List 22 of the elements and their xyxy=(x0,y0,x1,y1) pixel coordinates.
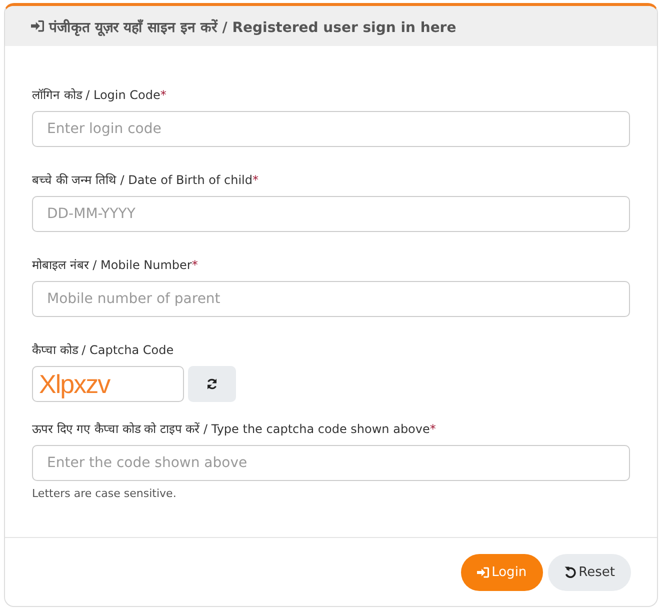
field-label: बच्चे की जन्म तिथि / Date of Birth of child xyxy=(32,173,252,187)
input-field[interactable]: Mobile number of parent xyxy=(32,281,630,317)
required-mark: * xyxy=(160,88,166,102)
field-label: लॉगिन कोड / Login Code xyxy=(32,88,160,102)
field-label: कैप्चा कोड / Captcha Code xyxy=(32,343,174,357)
captcha-image: Xlpxzv xyxy=(32,366,184,402)
required-mark: * xyxy=(192,258,198,272)
help-text: Letters are case sensitive. xyxy=(32,487,178,500)
required-mark: * xyxy=(430,422,436,436)
required-mark: * xyxy=(252,173,258,187)
sign-in-icon xyxy=(476,566,489,578)
input-field[interactable]: Enter login code xyxy=(32,111,630,147)
card-title: पंजीकृत यूज़र यहाँ साइन इन करें / Registered user sign in here xyxy=(49,18,456,36)
reset-button[interactable]: Reset xyxy=(548,554,631,590)
input-field[interactable]: Enter the code shown above xyxy=(32,445,630,481)
field-label: मोबाइल नंबर / Mobile Number xyxy=(32,258,192,272)
undo-icon xyxy=(564,566,576,578)
sign-in-icon xyxy=(31,20,44,32)
refresh-icon xyxy=(206,378,218,390)
refresh-button[interactable] xyxy=(188,366,236,402)
field-label: ऊपर दिए गए कैप्चा कोड को टाइप करें / Type the captcha code shown above xyxy=(32,422,430,436)
input-field[interactable]: DD-MM-YYYY xyxy=(32,196,630,232)
